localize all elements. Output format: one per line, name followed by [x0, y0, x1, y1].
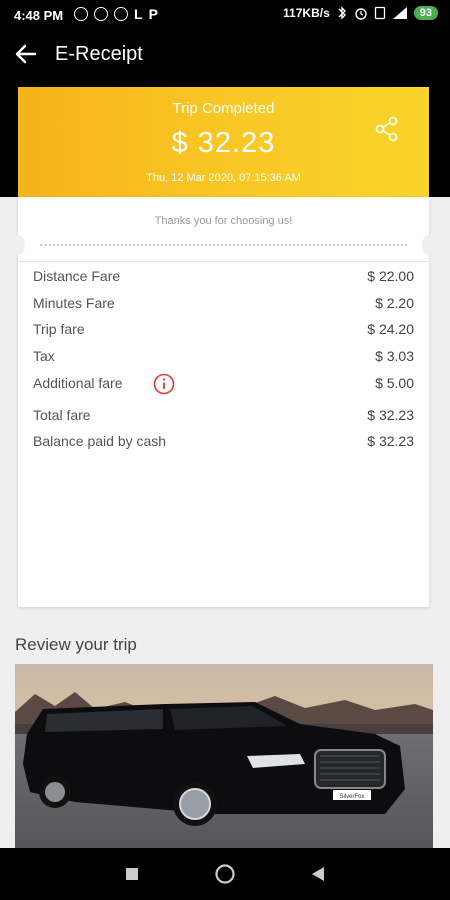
fare-value: $ 32.23 — [367, 433, 414, 449]
trip-amount: $ 32.23 — [171, 127, 276, 159]
page-title: E-Receipt — [55, 43, 143, 65]
fare-value: $ 32.23 — [367, 407, 414, 423]
back-button[interactable] — [10, 38, 42, 70]
triangle-back-icon — [312, 867, 324, 881]
info-button[interactable] — [153, 373, 175, 395]
home-button[interactable] — [213, 862, 237, 886]
system-nav-bar — [0, 848, 450, 900]
review-title: Review your trip — [15, 635, 137, 654]
signal-icon — [392, 7, 407, 19]
info-icon — [153, 373, 175, 395]
fare-value: $ 5.00 — [375, 375, 414, 391]
fare-row-trip: Trip fare $ 24.20 — [33, 321, 414, 341]
fare-row-tax: Tax $ 3.03 — [33, 348, 414, 368]
fare-row-total: Total fare $ 32.23 — [33, 407, 414, 427]
recents-button[interactable] — [120, 862, 144, 886]
circle-icon — [215, 864, 235, 884]
divider — [18, 261, 429, 262]
fare-row-distance: Distance Fare $ 22.00 — [33, 268, 414, 288]
receipt-card: Thanks you for choosing us! Distance Far… — [11, 197, 436, 607]
fare-label: Additional fare — [33, 375, 123, 391]
vehicle-image[interactable]: SilverFox — [15, 664, 433, 848]
fare-label: Balance paid by cash — [33, 433, 167, 449]
dotted-divider — [40, 244, 407, 246]
system-status: 117KB/s 93 — [283, 6, 438, 20]
p-app-icon: P — [148, 6, 158, 22]
share-icon — [375, 116, 398, 142]
notification-icon — [114, 7, 128, 21]
thanks-message: Thanks you for choosing us! — [154, 215, 293, 227]
trip-date: Thu, 12 Mar 2020, 07:15:36 AM — [146, 172, 301, 184]
trip-summary-header: Trip Completed $ 32.23 Thu, 12 Mar 2020,… — [18, 87, 429, 197]
trip-status: Trip Completed — [172, 100, 275, 117]
notification-icons: L P — [74, 6, 158, 22]
network-speed: 117KB/s — [283, 6, 330, 20]
fare-label: Minutes Fare — [33, 295, 115, 311]
limousine-picture: SilverFox — [15, 664, 433, 848]
sim-icon — [374, 6, 385, 20]
back-nav-button[interactable] — [306, 862, 330, 886]
alarm-icon — [355, 8, 367, 20]
battery-indicator: 93 — [413, 6, 438, 20]
fare-value: $ 22.00 — [367, 268, 414, 284]
lock-status-icon: L — [134, 6, 143, 22]
app-bar: E-Receipt — [0, 30, 450, 80]
status-bar: 4:48 PM L P 117KB/s 93 — [0, 0, 450, 30]
fare-value: $ 2.20 — [375, 295, 414, 311]
bluetooth-icon — [338, 6, 346, 20]
ticket-notch — [11, 235, 25, 255]
fare-row-minutes: Minutes Fare $ 2.20 — [33, 295, 414, 315]
share-button[interactable] — [373, 115, 401, 143]
fare-label: Trip fare — [33, 321, 85, 337]
notification-icon — [94, 7, 108, 21]
plate-text: SilverFox — [339, 794, 364, 800]
fare-label: Distance Fare — [33, 268, 121, 284]
fare-label: Total fare — [33, 407, 91, 423]
fare-value: $ 24.20 — [367, 321, 414, 337]
fare-value: $ 3.03 — [375, 348, 414, 364]
fare-label: Tax — [33, 348, 55, 364]
square-icon — [126, 868, 138, 880]
fare-row-additional: Additional fare $ 5.00 — [33, 373, 414, 395]
arrow-left-icon — [15, 44, 37, 64]
ticket-notch — [422, 235, 436, 255]
notification-icon — [74, 7, 88, 21]
fare-row-balance: Balance paid by cash $ 32.23 — [33, 433, 414, 453]
status-time: 4:48 PM — [14, 8, 64, 23]
